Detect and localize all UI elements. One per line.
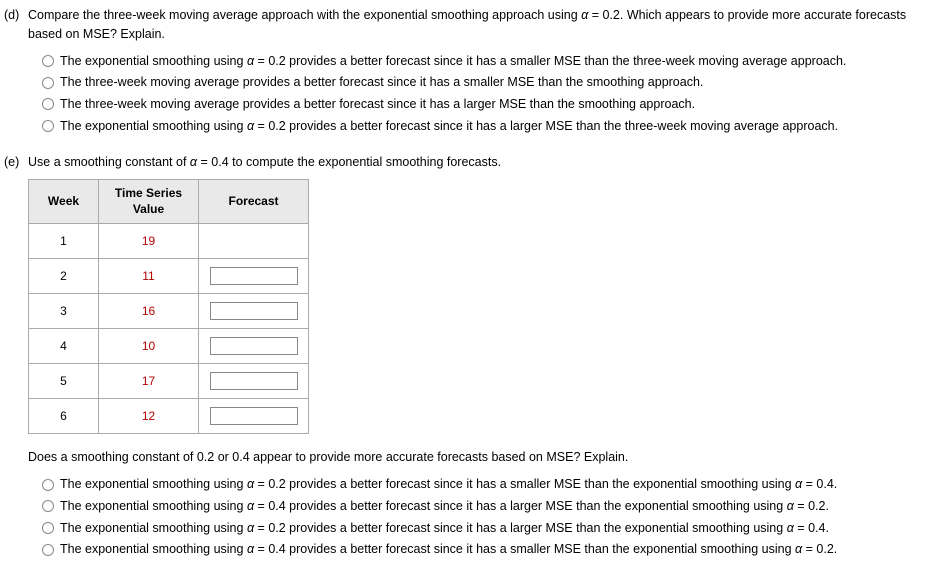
- option-text: = 0.4.: [802, 477, 837, 491]
- option-text: = 0.2.: [802, 542, 837, 556]
- option-text: The exponential smoothing using: [60, 477, 247, 491]
- radio-icon: [42, 544, 54, 556]
- option-text: The exponential smoothing using: [60, 499, 247, 513]
- radio-option[interactable]: The three-week moving average provides a…: [42, 73, 938, 92]
- prompt-text: Use a smoothing constant of: [28, 155, 190, 169]
- alpha-symbol: α: [247, 499, 254, 513]
- part-d-label: (d): [0, 6, 28, 139]
- forecast-cell: [199, 329, 309, 364]
- forecast-input[interactable]: [210, 302, 298, 320]
- week-cell: 1: [29, 224, 99, 259]
- alpha-symbol: α: [247, 477, 254, 491]
- radio-icon: [42, 77, 54, 89]
- alpha-symbol: α: [247, 119, 254, 133]
- question-part-d: (d) Compare the three-week moving averag…: [0, 6, 938, 139]
- week-cell: 5: [29, 364, 99, 399]
- radio-icon: [42, 98, 54, 110]
- alpha-symbol: α: [787, 521, 794, 535]
- option-label: The three-week moving average provides a…: [60, 95, 695, 114]
- forecast-cell: [199, 259, 309, 294]
- table-row: 5 17: [29, 364, 309, 399]
- alpha-symbol: α: [190, 155, 197, 169]
- part-d-prompt: Compare the three-week moving average ap…: [28, 6, 938, 44]
- forecast-cell: [199, 224, 309, 259]
- option-text: The exponential smoothing using: [60, 521, 247, 535]
- option-text: = 0.4 provides a better forecast since i…: [254, 499, 787, 513]
- option-text: = 0.2 provides a better forecast since i…: [254, 521, 787, 535]
- option-label: The exponential smoothing using α = 0.2 …: [60, 519, 829, 538]
- value-cell: 17: [99, 364, 199, 399]
- value-cell: 19: [99, 224, 199, 259]
- header-line: Time Series: [115, 186, 182, 200]
- table-row: 1 19: [29, 224, 309, 259]
- forecast-input[interactable]: [210, 267, 298, 285]
- value-cell: 12: [99, 399, 199, 434]
- header-line: Value: [133, 202, 164, 216]
- header-forecast: Forecast: [199, 180, 309, 224]
- part-e-options: The exponential smoothing using α = 0.2 …: [28, 475, 938, 559]
- option-label: The exponential smoothing using α = 0.4 …: [60, 540, 837, 559]
- part-d-options: The exponential smoothing using α = 0.2 …: [28, 52, 938, 136]
- radio-option[interactable]: The exponential smoothing using α = 0.2 …: [42, 475, 938, 494]
- prompt-text: Compare the three-week moving average ap…: [28, 8, 581, 22]
- forecast-input[interactable]: [210, 337, 298, 355]
- option-text: = 0.2 provides a better forecast since i…: [254, 119, 838, 133]
- radio-option[interactable]: The exponential smoothing using α = 0.2 …: [42, 52, 938, 71]
- header-week: Week: [29, 180, 99, 224]
- option-text: = 0.2 provides a better forecast since i…: [254, 477, 795, 491]
- radio-icon: [42, 522, 54, 534]
- week-cell: 6: [29, 399, 99, 434]
- option-text: The exponential smoothing using: [60, 119, 247, 133]
- option-text: = 0.2.: [794, 499, 829, 513]
- header-value: Time Series Value: [99, 180, 199, 224]
- part-e-subprompt: Does a smoothing constant of 0.2 or 0.4 …: [28, 448, 938, 467]
- table-header-row: Week Time Series Value Forecast: [29, 180, 309, 224]
- option-label: The three-week moving average provides a…: [60, 73, 703, 92]
- forecast-cell: [199, 294, 309, 329]
- table-row: 4 10: [29, 329, 309, 364]
- radio-option[interactable]: The exponential smoothing using α = 0.4 …: [42, 540, 938, 559]
- part-e-label: (e): [0, 153, 28, 563]
- alpha-symbol: α: [247, 54, 254, 68]
- part-d-content: Compare the three-week moving average ap…: [28, 6, 938, 139]
- value-cell: 16: [99, 294, 199, 329]
- prompt-text: = 0.4 to compute the exponential smoothi…: [197, 155, 501, 169]
- option-text: The exponential smoothing using: [60, 54, 247, 68]
- alpha-symbol: α: [247, 542, 254, 556]
- radio-icon: [42, 500, 54, 512]
- forecast-cell: [199, 364, 309, 399]
- week-cell: 4: [29, 329, 99, 364]
- part-e-content: Use a smoothing constant of α = 0.4 to c…: [28, 153, 938, 563]
- radio-option[interactable]: The three-week moving average provides a…: [42, 95, 938, 114]
- week-cell: 2: [29, 259, 99, 294]
- forecast-input[interactable]: [210, 407, 298, 425]
- forecast-input[interactable]: [210, 372, 298, 390]
- option-label: The exponential smoothing using α = 0.4 …: [60, 497, 829, 516]
- radio-icon: [42, 120, 54, 132]
- forecast-table: Week Time Series Value Forecast 1 19 2 11: [28, 179, 309, 434]
- question-part-e: (e) Use a smoothing constant of α = 0.4 …: [0, 153, 938, 563]
- option-label: The exponential smoothing using α = 0.2 …: [60, 117, 838, 136]
- forecast-cell: [199, 399, 309, 434]
- option-label: The exponential smoothing using α = 0.2 …: [60, 52, 846, 71]
- table-row: 6 12: [29, 399, 309, 434]
- option-text: = 0.4 provides a better forecast since i…: [254, 542, 795, 556]
- radio-icon: [42, 55, 54, 67]
- value-cell: 11: [99, 259, 199, 294]
- week-cell: 3: [29, 294, 99, 329]
- option-label: The exponential smoothing using α = 0.2 …: [60, 475, 837, 494]
- radio-icon: [42, 479, 54, 491]
- radio-option[interactable]: The exponential smoothing using α = 0.4 …: [42, 497, 938, 516]
- alpha-symbol: α: [787, 499, 794, 513]
- table-row: 2 11: [29, 259, 309, 294]
- radio-option[interactable]: The exponential smoothing using α = 0.2 …: [42, 117, 938, 136]
- alpha-symbol: α: [247, 521, 254, 535]
- option-text: = 0.2 provides a better forecast since i…: [254, 54, 846, 68]
- option-text: = 0.4.: [794, 521, 829, 535]
- value-cell: 10: [99, 329, 199, 364]
- part-e-prompt: Use a smoothing constant of α = 0.4 to c…: [28, 153, 938, 172]
- option-text: The exponential smoothing using: [60, 542, 247, 556]
- table-row: 3 16: [29, 294, 309, 329]
- radio-option[interactable]: The exponential smoothing using α = 0.2 …: [42, 519, 938, 538]
